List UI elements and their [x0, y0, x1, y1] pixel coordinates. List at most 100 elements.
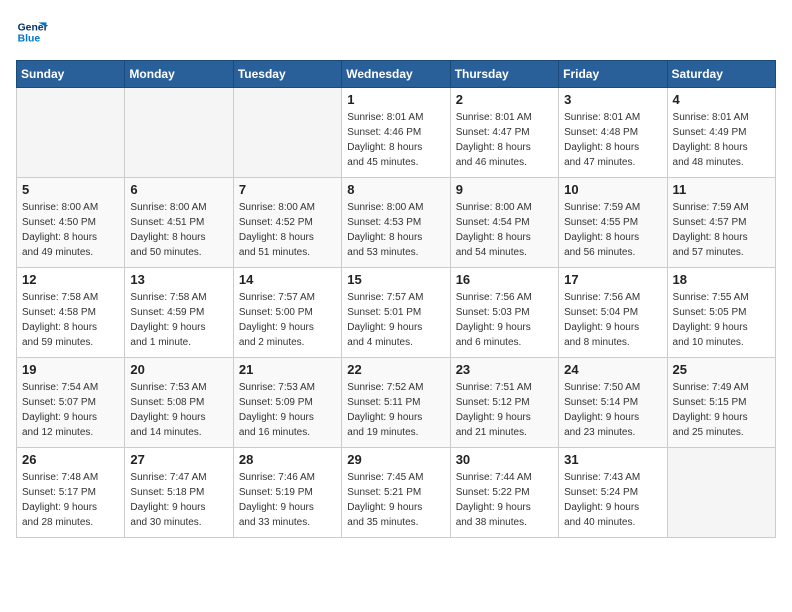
day-info: Sunrise: 7:49 AM Sunset: 5:15 PM Dayligh… [673, 380, 770, 440]
day-cell-13: 13 Sunrise: 7:58 AM Sunset: 4:59 PM Dayli… [125, 268, 233, 358]
day-cell-1: 1 Sunrise: 8:01 AM Sunset: 4:46 PM Daylig… [342, 88, 450, 178]
day-info: Sunrise: 7:59 AM Sunset: 4:55 PM Dayligh… [564, 200, 661, 260]
day-info: Sunrise: 7:50 AM Sunset: 5:14 PM Dayligh… [564, 380, 661, 440]
day-header-friday: Friday [559, 61, 667, 88]
day-number: 14 [239, 272, 336, 287]
day-header-sunday: Sunday [17, 61, 125, 88]
day-number: 6 [130, 182, 227, 197]
day-number: 15 [347, 272, 444, 287]
day-cell-10: 10 Sunrise: 7:59 AM Sunset: 4:55 PM Dayli… [559, 178, 667, 268]
day-number: 25 [673, 362, 770, 377]
day-number: 10 [564, 182, 661, 197]
day-number: 23 [456, 362, 553, 377]
day-info: Sunrise: 7:52 AM Sunset: 5:11 PM Dayligh… [347, 380, 444, 440]
day-header-saturday: Saturday [667, 61, 775, 88]
day-number: 20 [130, 362, 227, 377]
day-number: 22 [347, 362, 444, 377]
day-header-wednesday: Wednesday [342, 61, 450, 88]
day-info: Sunrise: 8:00 AM Sunset: 4:52 PM Dayligh… [239, 200, 336, 260]
day-info: Sunrise: 7:45 AM Sunset: 5:21 PM Dayligh… [347, 470, 444, 530]
week-row-4: 19 Sunrise: 7:54 AM Sunset: 5:07 PM Dayli… [17, 358, 776, 448]
week-row-5: 26 Sunrise: 7:48 AM Sunset: 5:17 PM Dayli… [17, 448, 776, 538]
day-number: 2 [456, 92, 553, 107]
day-cell-16: 16 Sunrise: 7:56 AM Sunset: 5:03 PM Dayli… [450, 268, 558, 358]
day-cell-21: 21Sunrise: 7:53 AM Sunset: 5:09 PM Dayli… [233, 358, 341, 448]
day-info: Sunrise: 7:53 AM Sunset: 5:09 PM Dayligh… [239, 380, 336, 440]
day-number: 4 [673, 92, 770, 107]
day-number: 19 [22, 362, 119, 377]
day-cell-8: 8Sunrise: 8:00 AM Sunset: 4:53 PM Daylig… [342, 178, 450, 268]
day-number: 18 [673, 272, 770, 287]
day-info: Sunrise: 8:01 AM Sunset: 4:49 PM Dayligh… [673, 110, 770, 170]
day-info: Sunrise: 7:57 AM Sunset: 5:00 PM Dayligh… [239, 290, 336, 350]
day-info: Sunrise: 7:58 AM Sunset: 4:58 PM Dayligh… [22, 290, 119, 350]
day-number: 28 [239, 452, 336, 467]
day-info: Sunrise: 7:56 AM Sunset: 5:03 PM Dayligh… [456, 290, 553, 350]
day-info: Sunrise: 7:59 AM Sunset: 4:57 PM Dayligh… [673, 200, 770, 260]
logo: General Blue [16, 16, 52, 48]
day-number: 30 [456, 452, 553, 467]
day-cell-9: 9 Sunrise: 8:00 AM Sunset: 4:54 PM Daylig… [450, 178, 558, 268]
day-number: 17 [564, 272, 661, 287]
day-info: Sunrise: 7:44 AM Sunset: 5:22 PM Dayligh… [456, 470, 553, 530]
day-number: 31 [564, 452, 661, 467]
header-row: SundayMondayTuesdayWednesdayThursdayFrid… [17, 61, 776, 88]
day-cell-23: 23 Sunrise: 7:51 AM Sunset: 5:12 PM Dayli… [450, 358, 558, 448]
day-cell-30: 30 Sunrise: 7:44 AM Sunset: 5:22 PM Dayli… [450, 448, 558, 538]
day-info: Sunrise: 7:55 AM Sunset: 5:05 PM Dayligh… [673, 290, 770, 350]
day-info: Sunrise: 7:54 AM Sunset: 5:07 PM Dayligh… [22, 380, 119, 440]
day-info: Sunrise: 7:43 AM Sunset: 5:24 PM Dayligh… [564, 470, 661, 530]
day-info: Sunrise: 7:47 AM Sunset: 5:18 PM Dayligh… [130, 470, 227, 530]
day-info: Sunrise: 8:01 AM Sunset: 4:47 PM Dayligh… [456, 110, 553, 170]
week-row-2: 5 Sunrise: 8:00 AM Sunset: 4:50 PM Daylig… [17, 178, 776, 268]
day-cell-26: 26 Sunrise: 7:48 AM Sunset: 5:17 PM Dayli… [17, 448, 125, 538]
day-info: Sunrise: 7:56 AM Sunset: 5:04 PM Dayligh… [564, 290, 661, 350]
day-info: Sunrise: 8:00 AM Sunset: 4:51 PM Dayligh… [130, 200, 227, 260]
day-cell-12: 12 Sunrise: 7:58 AM Sunset: 4:58 PM Dayli… [17, 268, 125, 358]
day-cell-7: 7 Sunrise: 8:00 AM Sunset: 4:52 PM Daylig… [233, 178, 341, 268]
day-cell-15: 15Sunrise: 7:57 AM Sunset: 5:01 PM Dayli… [342, 268, 450, 358]
empty-cell [17, 88, 125, 178]
day-cell-25: 25 Sunrise: 7:49 AM Sunset: 5:15 PM Dayli… [667, 358, 775, 448]
day-number: 26 [22, 452, 119, 467]
day-number: 7 [239, 182, 336, 197]
day-number: 13 [130, 272, 227, 287]
day-info: Sunrise: 8:00 AM Sunset: 4:53 PM Dayligh… [347, 200, 444, 260]
day-cell-20: 20 Sunrise: 7:53 AM Sunset: 5:08 PM Dayli… [125, 358, 233, 448]
day-number: 12 [22, 272, 119, 287]
day-info: Sunrise: 7:48 AM Sunset: 5:17 PM Dayligh… [22, 470, 119, 530]
day-cell-29: 29 Sunrise: 7:45 AM Sunset: 5:21 PM Dayli… [342, 448, 450, 538]
day-cell-18: 18 Sunrise: 7:55 AM Sunset: 5:05 PM Dayli… [667, 268, 775, 358]
day-cell-31: 31 Sunrise: 7:43 AM Sunset: 5:24 PM Dayli… [559, 448, 667, 538]
day-info: Sunrise: 8:01 AM Sunset: 4:46 PM Dayligh… [347, 110, 444, 170]
day-number: 9 [456, 182, 553, 197]
day-info: Sunrise: 7:51 AM Sunset: 5:12 PM Dayligh… [456, 380, 553, 440]
day-info: Sunrise: 8:00 AM Sunset: 4:50 PM Dayligh… [22, 200, 119, 260]
day-info: Sunrise: 7:53 AM Sunset: 5:08 PM Dayligh… [130, 380, 227, 440]
day-cell-2: 2 Sunrise: 8:01 AM Sunset: 4:47 PM Daylig… [450, 88, 558, 178]
day-cell-17: 17 Sunrise: 7:56 AM Sunset: 5:04 PM Dayli… [559, 268, 667, 358]
week-row-1: 1 Sunrise: 8:01 AM Sunset: 4:46 PM Daylig… [17, 88, 776, 178]
day-cell-28: 28 Sunrise: 7:46 AM Sunset: 5:19 PM Dayli… [233, 448, 341, 538]
day-cell-5: 5 Sunrise: 8:00 AM Sunset: 4:50 PM Daylig… [17, 178, 125, 268]
day-number: 5 [22, 182, 119, 197]
day-cell-19: 19 Sunrise: 7:54 AM Sunset: 5:07 PM Dayli… [17, 358, 125, 448]
day-number: 16 [456, 272, 553, 287]
day-cell-24: 24Sunrise: 7:50 AM Sunset: 5:14 PM Dayli… [559, 358, 667, 448]
day-number: 29 [347, 452, 444, 467]
empty-cell [667, 448, 775, 538]
day-info: Sunrise: 7:58 AM Sunset: 4:59 PM Dayligh… [130, 290, 227, 350]
day-cell-27: 27 Sunrise: 7:47 AM Sunset: 5:18 PM Dayli… [125, 448, 233, 538]
day-number: 27 [130, 452, 227, 467]
day-info: Sunrise: 8:01 AM Sunset: 4:48 PM Dayligh… [564, 110, 661, 170]
logo-icon: General Blue [16, 16, 48, 48]
day-info: Sunrise: 7:46 AM Sunset: 5:19 PM Dayligh… [239, 470, 336, 530]
day-number: 1 [347, 92, 444, 107]
day-info: Sunrise: 8:00 AM Sunset: 4:54 PM Dayligh… [456, 200, 553, 260]
empty-cell [233, 88, 341, 178]
day-number: 3 [564, 92, 661, 107]
day-header-monday: Monday [125, 61, 233, 88]
day-cell-6: 6 Sunrise: 8:00 AM Sunset: 4:51 PM Daylig… [125, 178, 233, 268]
day-cell-22: 22 Sunrise: 7:52 AM Sunset: 5:11 PM Dayli… [342, 358, 450, 448]
week-row-3: 12 Sunrise: 7:58 AM Sunset: 4:58 PM Dayli… [17, 268, 776, 358]
